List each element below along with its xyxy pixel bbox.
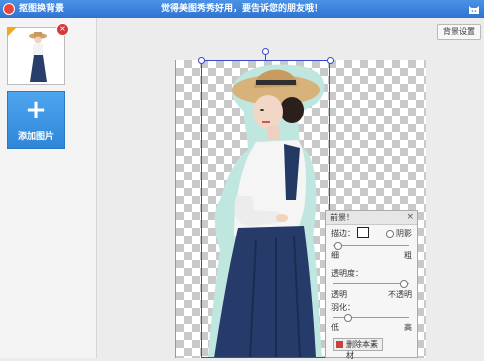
opacity-label: 透明度： — [331, 269, 363, 278]
low-label: 低 — [331, 323, 339, 332]
transparent-label: 透明 — [331, 290, 347, 299]
edge-label: 描边： — [331, 229, 355, 238]
thin-label: 细 — [331, 251, 339, 260]
edge-color-picker[interactable] — [357, 227, 369, 238]
resize-handle-top-left[interactable] — [198, 57, 205, 64]
edge-width-track[interactable] — [333, 245, 409, 246]
foreground-panel: 前景！ × 描边： 阴影 细 粗 透明度： 透明 不透明 羽化： 低 高 删除本… — [325, 210, 418, 360]
delete-icon — [336, 341, 343, 348]
shadow-label: 阴影 — [396, 229, 412, 238]
rotate-handle[interactable] — [262, 48, 269, 55]
opaque-label: 不透明 — [388, 290, 412, 299]
opacity-thumb[interactable] — [400, 280, 408, 288]
feather-label: 羽化： — [331, 303, 355, 312]
feather-thumb[interactable] — [344, 314, 352, 322]
delete-material-button[interactable]: 删除本素材 — [333, 338, 383, 360]
opacity-track[interactable] — [333, 283, 409, 284]
selection-box[interactable] — [201, 60, 330, 358]
thick-label: 粗 — [404, 251, 412, 260]
edge-width-thumb[interactable] — [334, 242, 342, 250]
shadow-radio[interactable] — [386, 230, 394, 238]
resize-handle-top-right[interactable] — [327, 57, 334, 64]
panel-title-bar: 前景！ × — [326, 211, 417, 225]
panel-close-icon[interactable]: × — [406, 211, 414, 223]
panel-title: 前景！ — [330, 213, 354, 222]
high-label: 高 — [404, 323, 412, 332]
